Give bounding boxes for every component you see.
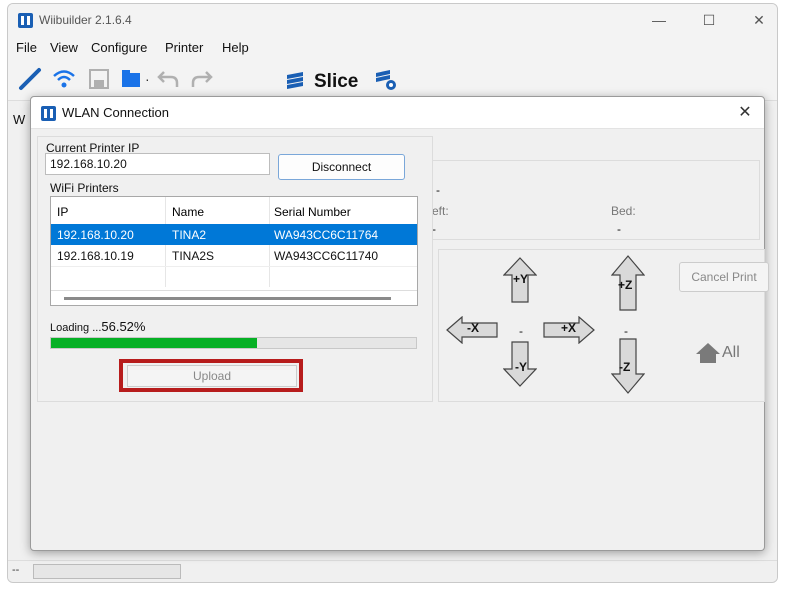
temperature-panel: - eft: Bed: - - <box>431 160 760 240</box>
disconnect-button[interactable]: Disconnect <box>278 154 405 180</box>
maximize-button[interactable]: ☐ <box>692 8 726 32</box>
scrollbar-thumb[interactable] <box>64 297 391 300</box>
upload-highlight-annotation <box>119 359 303 392</box>
status-bar: -- <box>8 560 777 582</box>
horizontal-scrollbar[interactable] <box>51 290 417 305</box>
home-icon[interactable] <box>695 342 721 364</box>
progress-fill <box>51 338 258 348</box>
minimize-button[interactable]: — <box>642 8 676 32</box>
row-divider <box>51 266 417 267</box>
extruder-left-label: eft: <box>432 204 449 218</box>
x-minus-label: -X <box>467 321 479 335</box>
row-serial: WA943CC6C11764 <box>274 228 379 242</box>
bed-value: - <box>617 222 621 236</box>
wlan-dialog: WLAN Connection ✕ - eft: Bed: - - +Y -Y … <box>30 96 769 551</box>
table-row[interactable]: 192.168.10.19 TINA2S WA943CC6C11740 <box>51 245 417 266</box>
printers-table: IP Name Serial Number 192.168.10.20 TINA… <box>50 196 418 306</box>
status-text: -- <box>12 564 20 576</box>
loading-status: Loading ...56.52% <box>50 319 145 334</box>
close-button[interactable]: ✕ <box>742 8 776 32</box>
slice-layers-icon[interactable] <box>283 67 307 91</box>
open-dropdown-icon[interactable]: · <box>145 71 150 87</box>
row-serial: WA943CC6C11740 <box>274 249 379 263</box>
window-title: Wiibuilder 2.1.6.4 <box>39 13 132 27</box>
row-name: TINA2S <box>172 249 215 263</box>
z-minus-label: -Z <box>619 360 631 374</box>
connect-cable-icon[interactable] <box>18 67 42 91</box>
dialog-close-button[interactable]: ✕ <box>734 102 756 124</box>
table-row[interactable]: 192.168.10.20 TINA2 WA943CC6C11764 <box>51 224 417 245</box>
column-header-name[interactable]: Name <box>172 205 204 219</box>
loading-percent: 56.52% <box>101 319 146 334</box>
z-plus-label: +Z <box>618 278 633 292</box>
table-header: IP Name Serial Number <box>51 201 417 222</box>
z-center-label: - <box>624 324 628 338</box>
column-header-serial[interactable]: Serial Number <box>274 205 351 219</box>
loading-prefix: Loading ... <box>50 322 102 334</box>
extruder-dash: - <box>436 183 440 197</box>
column-header-ip[interactable]: IP <box>57 205 68 219</box>
bed-label: Bed: <box>611 204 636 218</box>
status-progress <box>33 564 181 579</box>
menu-view[interactable]: View <box>50 40 78 55</box>
toolbar: · Slice <box>8 59 777 101</box>
current-ip-field[interactable]: 192.168.10.20 <box>45 153 270 175</box>
row-ip: 192.168.10.20 <box>57 228 134 242</box>
menu-help[interactable]: Help <box>222 40 249 55</box>
home-all-label[interactable]: All <box>722 344 740 362</box>
upload-progress-bar <box>50 337 417 349</box>
jog-panel: +Y -Y -X +X - +Z - -Z Cancel Print All <box>438 249 769 402</box>
cancel-print-button[interactable]: Cancel Print <box>679 262 769 292</box>
menu-bar: File View Configure Printer Help <box>8 37 777 59</box>
menu-printer[interactable]: Printer <box>165 40 203 55</box>
app-logo-icon <box>18 13 33 28</box>
menu-configure[interactable]: Configure <box>91 40 147 55</box>
redo-icon[interactable] <box>190 67 214 91</box>
undo-icon[interactable] <box>156 67 180 91</box>
dialog-title-bar: WLAN Connection ✕ <box>31 97 764 129</box>
open-folder-icon[interactable] <box>120 67 144 91</box>
y-plus-label: +Y <box>513 272 529 286</box>
background-tab-label[interactable]: W <box>13 112 25 127</box>
wifi-printers-label: WiFi Printers <box>50 181 119 195</box>
slice-settings-icon[interactable] <box>373 67 397 91</box>
row-ip: 192.168.10.19 <box>57 249 134 263</box>
y-minus-label: -Y <box>515 360 527 374</box>
title-bar: Wiibuilder 2.1.6.4 — ☐ ✕ <box>8 4 777 37</box>
row-name: TINA2 <box>172 228 207 242</box>
save-icon[interactable] <box>87 67 111 91</box>
slice-button[interactable]: Slice <box>314 71 358 93</box>
x-plus-label: +X <box>561 321 577 335</box>
wifi-icon[interactable] <box>52 67 76 91</box>
xy-center-label: - <box>519 324 523 338</box>
app-logo-icon <box>41 106 56 121</box>
menu-file[interactable]: File <box>16 40 37 55</box>
dialog-title: WLAN Connection <box>62 105 169 120</box>
